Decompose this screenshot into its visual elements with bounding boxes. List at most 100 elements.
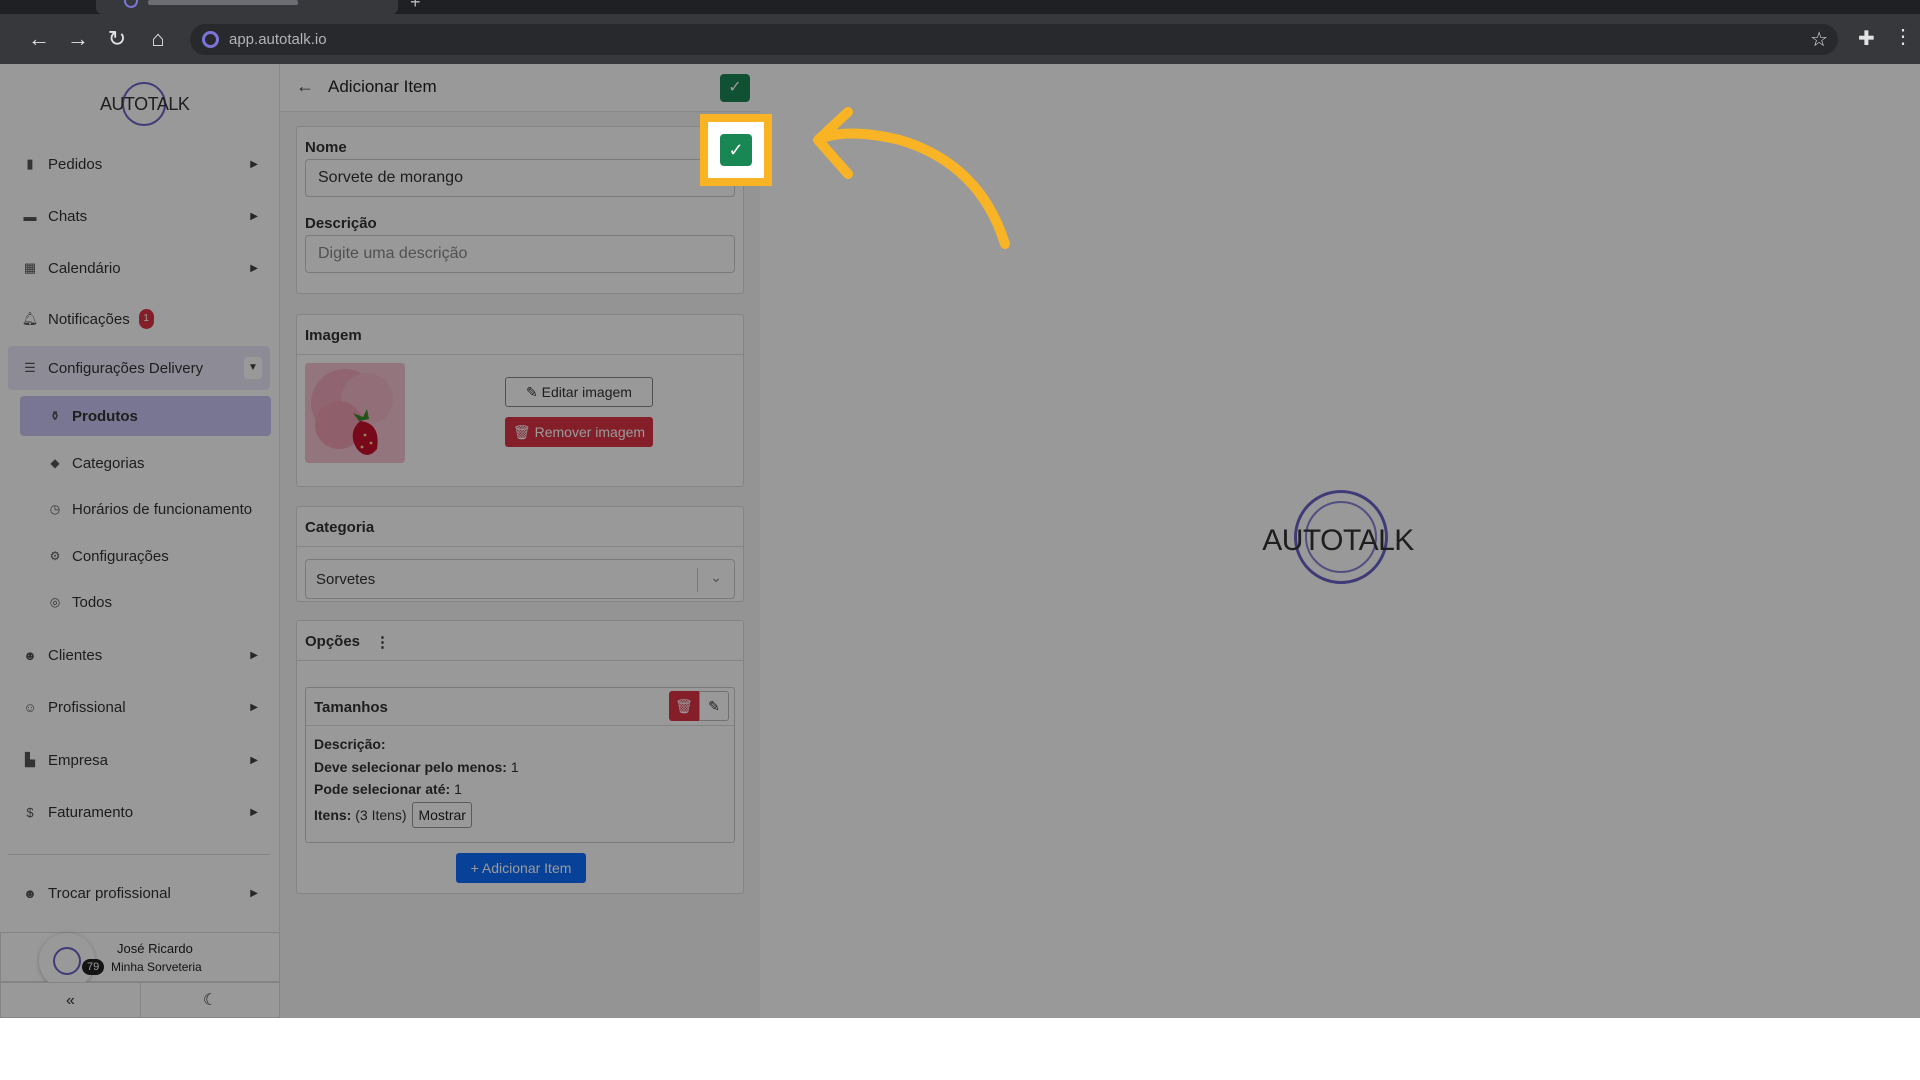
avatar-count-badge: 79 [82,959,105,975]
sidebar-item-profissional[interactable]: ☺ Profissional ▶ [8,685,270,729]
option-description-label: Descrição: [314,736,386,752]
sidebar-item-configuracoes-delivery[interactable]: ☰ Configurações Delivery ▼ [8,346,270,390]
option-items: Itens: (3 Itens) Mostrar [314,802,472,828]
check-icon: ✓ [720,134,752,166]
reload-icon[interactable]: ↻ [104,26,130,52]
users-switch-icon: ☻ [23,885,37,901]
sidebar-item-clientes[interactable]: ☻ Clientes ▶ [8,633,270,677]
sidebar-subitem-label: Categorias [72,454,145,472]
dollar-icon: $ [26,804,34,820]
forward-icon[interactable]: → [65,26,91,52]
caret-down-icon[interactable]: ▼ [244,357,262,379]
sidebar: AUTOTALK ▮ Pedidos ▶ ▬ Chats ▶ ▦ Calendá… [0,64,280,1018]
description-label: Descrição [305,215,377,232]
option-items-value: (3 Itens) [355,807,407,823]
add-item-button[interactable]: + Adicionar Item [456,853,586,883]
sidebar-item-label: Pedidos [48,155,103,173]
name-field[interactable]: Sorvete de morango [305,159,735,197]
kebab-menu-icon[interactable]: ⋮ [375,633,390,651]
browser-tab[interactable] [96,0,398,14]
caret-right-icon: ▶ [250,210,258,222]
avatar-logo-icon [53,947,81,975]
calendar-icon: ▦ [23,260,37,275]
option-group-header: Tamanhos 🗑︎ ✎ [306,688,734,726]
bookmark-star-icon[interactable]: ☆ [1810,27,1828,52]
sidebar-item-empresa[interactable]: ▙ Empresa ▶ [8,738,270,782]
sidebar-item-label: Clientes [48,646,103,664]
preview-logo: AUTOTALK [1258,490,1418,590]
sidebar-subitem-horarios[interactable]: ◷ Horários de funcionamento [20,489,271,529]
building-icon: ▙ [25,752,35,767]
collapse-sidebar-button[interactable]: « [0,982,141,1018]
option-group-card: Tamanhos 🗑︎ ✎ Descrição: Deve selecionar… [305,687,735,843]
sidebar-subitem-todos[interactable]: ◎ Todos [20,582,271,622]
form-header: ← Adicionar Item ✓ [280,64,760,112]
user-company: Minha Sorveteria [111,960,202,974]
tag-icon: ◆ [50,456,60,470]
caret-right-icon: ▶ [250,262,258,274]
highlighted-confirm-button[interactable]: ✓ [700,114,772,186]
clock-icon: ◷ [49,502,61,516]
options-card: Opções ⋮ Tamanhos 🗑︎ ✎ Descrição: Deve s… [296,620,744,894]
browser-menu-icon[interactable]: ⋮ [1893,24,1913,49]
sidebar-item-faturamento[interactable]: $ Faturamento ▶ [8,790,270,834]
sidebar-item-notificacoes[interactable]: 🔔︎ Notificações 1 [8,297,270,341]
sidebar-item-chats[interactable]: ▬ Chats ▶ [8,194,270,238]
option-items-label: Itens: [314,807,352,823]
sidebar-logo[interactable]: AUTOTALK [100,80,190,126]
gear-icon: ⚙ [49,549,61,563]
pointer-arrow-icon [813,107,1010,249]
caret-right-icon: ▶ [250,754,258,766]
delete-option-button[interactable]: 🗑︎ [669,691,699,721]
autotalk-favicon-icon [124,0,138,8]
home-icon[interactable]: ⌂ [145,26,171,52]
double-chevron-left-icon: « [66,992,75,1009]
sidebar-item-calendario[interactable]: ▦ Calendário ▶ [8,246,270,290]
caret-right-icon: ▶ [250,158,258,170]
details-card: Nome Sorvete de morango Descrição Digite… [296,126,744,294]
add-item-label: Adicionar Item [481,860,572,876]
option-group-title: Tamanhos [314,699,388,716]
caret-right-icon: ▶ [250,649,258,661]
sidebar-divider [8,854,270,855]
edit-option-button[interactable]: ✎ [699,691,729,721]
remove-image-label: Remover imagem [534,424,646,440]
extensions-icon[interactable]: ✚ [1858,26,1875,51]
confirm-button[interactable]: ✓ [720,74,750,102]
back-icon[interactable]: ← [26,26,52,52]
edit-image-button[interactable]: ✎ Editar imagem [505,377,653,407]
sidebar-subitem-configuracoes[interactable]: ⚙ Configurações [20,536,271,576]
logo-text: AUTOTALK [100,94,190,114]
caret-right-icon: ▶ [250,701,258,713]
sidebar-item-label: Chats [48,207,88,225]
site-icon [202,31,219,48]
name-label: Nome [305,139,347,156]
caret-right-icon: ▶ [250,887,258,899]
option-min: Deve selecionar pelo menos: 1 [314,759,519,775]
chevron-down-icon: ⌄ [710,569,722,585]
tab-title-blur [148,0,298,5]
address-url: app.autotalk.io [229,31,327,48]
address-bar[interactable]: app.autotalk.io ☆ [190,24,1838,55]
description-field[interactable]: Digite uma descrição [305,235,735,273]
sidebar-subitem-label: Produtos [72,407,138,425]
category-select[interactable]: Sorvetes ⌄ [305,559,735,599]
option-min-label: Deve selecionar pelo menos: [314,759,507,775]
comment-icon: ▬ [23,208,37,224]
user-card[interactable]: 79 José Ricardo Minha Sorveteria [0,932,280,989]
show-items-button[interactable]: Mostrar [412,802,472,828]
dark-mode-button[interactable]: ☾ [140,982,280,1018]
option-max-label: Pode selecionar até: [314,781,451,797]
trash-icon: 🗑︎ [512,424,535,440]
image-card-header: Imagem [297,315,743,355]
sidebar-item-trocar-profissional[interactable]: ☻ Trocar profissional ▶ [8,871,270,915]
sidebar-item-pedidos[interactable]: ▮ Pedidos ▶ [8,142,270,186]
sidebar-subitem-categorias[interactable]: ◆ Categorias [20,443,271,483]
remove-image-button[interactable]: 🗑︎ Remover imagem [505,417,653,447]
product-image [305,363,405,463]
back-arrow-icon[interactable]: ← [296,76,314,97]
bottle-icon: ⚱ [49,409,61,423]
new-tab-icon[interactable]: + [410,0,421,13]
sidebar-subitem-produtos[interactable]: ⚱ Produtos [20,396,271,436]
option-description: Descrição: [314,736,386,752]
